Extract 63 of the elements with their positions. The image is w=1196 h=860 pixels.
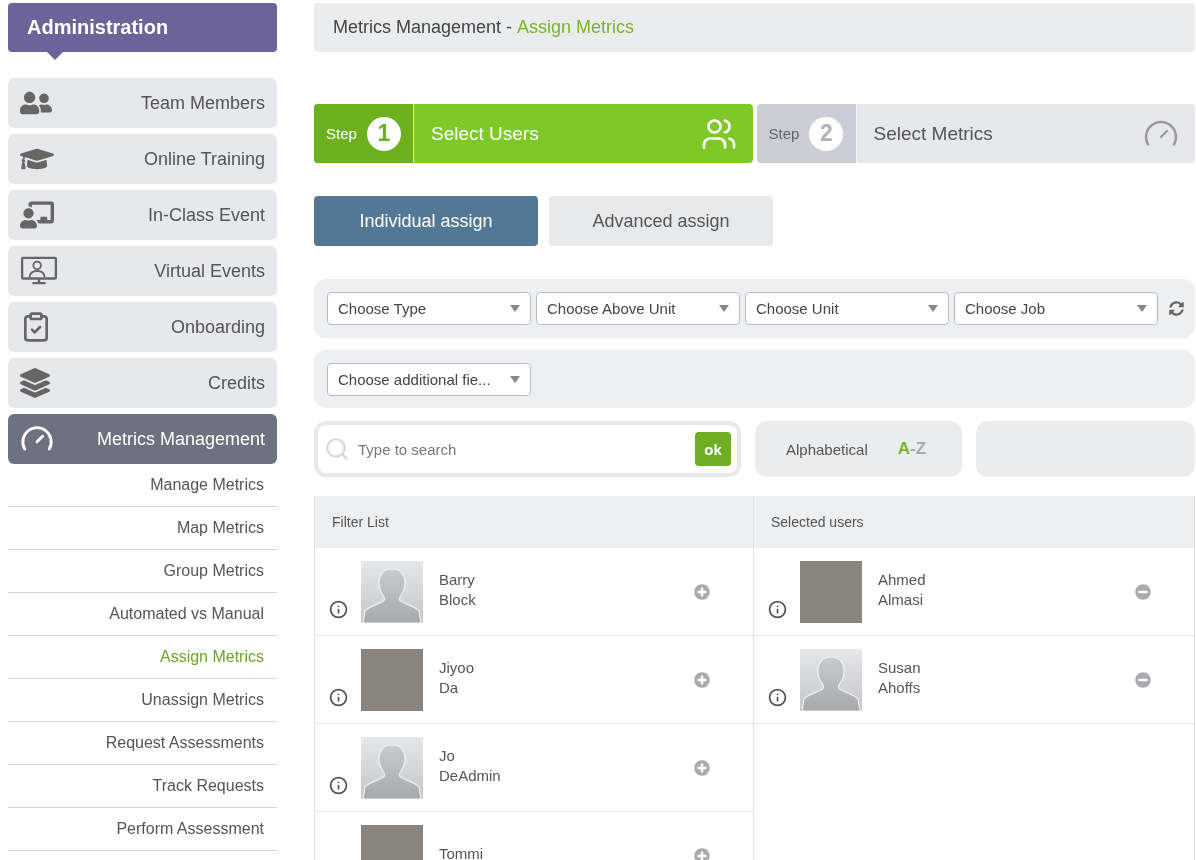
step-number: 2 [809,116,844,151]
sort-button[interactable]: Alphabetical A-Z [755,421,962,477]
user-name: Ahmed Almasi [878,569,926,610]
user-name: Jo DeAdmin [439,745,501,786]
assign-tab[interactable]: Advanced assign [549,196,773,246]
info-icon[interactable] [768,600,787,619]
nav-item[interactable]: Credits [8,358,277,408]
step-title: Select Users [431,122,540,145]
photo-placeholder [800,560,862,623]
sidebar-header: Administration [8,3,277,52]
teacher-board-icon [20,198,54,232]
nav-item[interactable]: Metrics Management [8,414,277,464]
nav-item[interactable]: Team Members [8,78,277,128]
dropdown-select[interactable]: Choose Job [954,292,1158,325]
step-card[interactable]: Step 2 Select Metrics [756,104,1195,163]
refresh-icon[interactable] [1169,301,1184,316]
user-name: Barry Block [439,569,476,610]
triangle-pointer-icon [47,52,63,60]
user-name: Tommi [439,843,484,860]
person-silhouette-icon [800,648,862,711]
nav-item[interactable]: In-Class Event [8,190,277,240]
monitor-person-icon [20,256,58,286]
submenu-item[interactable]: Track Requests [8,765,277,808]
dropdown-select[interactable]: Choose additional fie... [327,362,531,396]
dropdown-select[interactable]: Choose Type [327,292,531,325]
dropdown-select[interactable]: Choose Unit [745,292,949,325]
caret-icon [1137,305,1147,312]
person-silhouette-icon [361,560,423,623]
step-label: Step [768,125,800,142]
submenu-item[interactable]: Perform Assessment [8,808,277,851]
caret-icon [719,305,729,312]
info-icon[interactable] [329,776,348,795]
info-icon[interactable] [329,688,348,707]
caret-icon [928,305,938,312]
submenu-item[interactable]: Request Assessments [8,722,277,765]
submenu-item[interactable]: Map Metrics [8,507,277,550]
step-number: 1 [366,116,401,151]
column-header: Selected users [754,496,1194,548]
nav-item[interactable]: Virtual Events [8,246,277,296]
breadcrumb-separator: - [506,17,513,38]
submenu-item[interactable]: Automated vs Manual [8,593,277,636]
assign-tab[interactable]: Individual assign [314,196,538,246]
nav-item[interactable]: Online Training [8,134,277,184]
info-icon[interactable] [329,600,348,619]
caret-icon [510,305,520,312]
submenu-item[interactable]: Manage Metrics [8,464,277,507]
user-name: Susan Ahoffs [878,657,921,698]
submenu-item[interactable]: Unassign Metrics [8,679,277,722]
search-icon [324,436,350,462]
photo-placeholder [361,648,423,711]
dropdown-select[interactable]: Choose Above Unit [536,292,740,325]
layers-icon [20,368,50,398]
breadcrumb-link[interactable]: Metrics Management [333,17,502,38]
nav-item[interactable]: Onboarding [8,302,277,352]
user-name: Jiyoo Da [439,657,475,698]
step-title: Select Metrics [873,122,994,145]
caret-icon [510,375,520,383]
step-label: Step [326,125,357,142]
info-icon[interactable] [768,688,787,707]
column-header: Filter List [315,496,753,548]
submenu-item[interactable]: Group Metrics [8,550,277,593]
person-silhouette-icon [361,736,423,799]
breadcrumb-current: Assign Metrics [517,17,635,38]
